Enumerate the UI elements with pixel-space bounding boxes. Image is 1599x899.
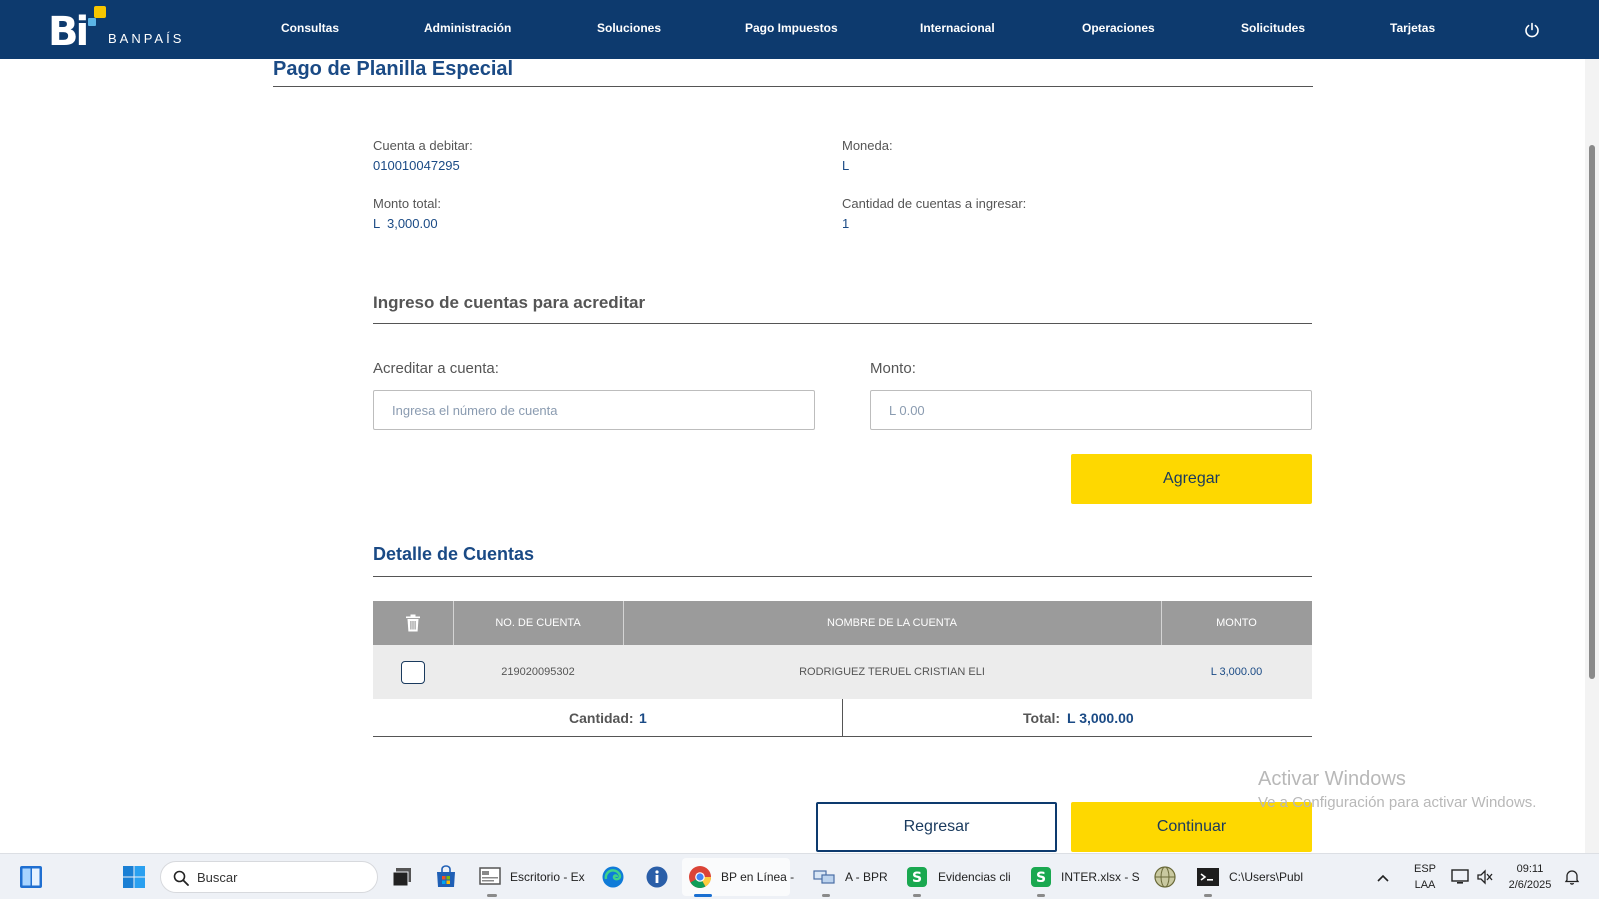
taskbar-app-a-bpr[interactable]: A - BPR [845,870,888,884]
nav-internacional[interactable]: Internacional [920,21,995,35]
logo-name: BANPAÍS [108,31,185,46]
edge-browser-icon[interactable] [601,865,625,889]
running-indicator [822,894,830,897]
debit-account-value: 010010047295 [373,158,460,173]
network-app-icon[interactable] [812,865,836,889]
nav-consultas[interactable]: Consultas [281,21,339,35]
svg-text:S: S [1036,870,1046,886]
table-header: NO. DE CUENTA NOMBRE DE LA CUENTA MONTO [373,601,1312,645]
debit-account-label: Cuenta a debitar: [373,138,473,153]
clock-time[interactable]: 09:11 [1503,863,1557,875]
nav-solicitudes[interactable]: Solicitudes [1241,21,1305,35]
volume-muted-icon[interactable] [1476,869,1494,885]
nav-operaciones[interactable]: Operaciones [1082,21,1155,35]
running-indicator [913,894,921,897]
row-account-number: 219020095302 [501,666,575,678]
footer-total-value: L 3,000.00 [1067,710,1134,726]
globe-app-icon[interactable] [1153,865,1177,889]
scrollbar-thumb[interactable] [1589,145,1595,679]
nav-tarjetas[interactable]: Tarjetas [1390,21,1435,35]
accounts-count-label: Cantidad de cuentas a ingresar: [842,196,1027,211]
taskbar-app-bp-en-linea[interactable]: BP en Línea - [721,870,794,884]
search-placeholder: Buscar [197,870,238,885]
details-divider [373,576,1312,577]
nav-soluciones[interactable]: Soluciones [597,21,661,35]
trash-icon[interactable] [405,614,421,632]
power-icon[interactable] [1524,22,1540,38]
column-header-amount: MONTO [1216,617,1257,629]
credit-account-label: Acreditar a cuenta: [373,360,499,377]
amount-label: Monto: [870,360,916,377]
nav-administracion[interactable]: Administración [424,21,511,35]
chevron-up-icon[interactable] [1376,873,1390,883]
footer-count-value: 1 [639,710,647,726]
terminal-icon[interactable] [1196,865,1220,889]
top-navbar: Bi BANPAÍS Consultas Administración Solu… [0,0,1599,59]
input-language-bottom[interactable]: LAA [1410,879,1440,891]
table-footer: Cantidad: 1 Total: L 3,000.00 [373,699,1312,737]
spreadsheet-icon[interactable]: S [1029,865,1053,889]
total-amount-value: L 3,000.00 [373,216,438,231]
logo-yellow-square [94,6,106,18]
accounts-count-value: 1 [842,216,850,231]
search-icon [173,870,189,886]
credit-accounts-section-title: Ingreso de cuentas para acreditar [373,293,646,312]
credit-account-input[interactable] [373,390,815,430]
title-divider [273,86,1313,87]
logo-mark: Bi [48,9,89,55]
windows-start-icon[interactable] [122,865,146,889]
banpais-logo[interactable]: Bi BANPAÍS [48,6,198,56]
logo-blue-square [88,18,96,26]
running-indicator [1204,894,1212,897]
account-details-title: Detalle de Cuentas [373,544,535,564]
currency-label: Moneda: [842,138,893,153]
section-divider [373,323,1312,324]
input-language-top[interactable]: ESP [1410,863,1440,875]
running-indicator [487,894,497,897]
taskbar-app-inter-xlsx[interactable]: INTER.xlsx - S [1061,870,1140,884]
taskbar-app-evidencias[interactable]: Evidencias cli [938,870,1011,884]
chrome-icon[interactable] [688,865,712,889]
total-amount-label: Monto total: [373,196,441,211]
nav-pago-impuestos[interactable]: Pago Impuestos [745,21,838,35]
activation-watermark-title: Activar Windows [1258,768,1406,790]
add-button[interactable]: Agregar [1071,454,1312,504]
taskbar-app-cmd[interactable]: C:\Users\Publ [1229,870,1303,884]
row-select-checkbox[interactable] [401,661,425,684]
info-app-icon[interactable] [645,865,669,889]
currency-value: L [842,158,850,173]
clock-date[interactable]: 2/6/2025 [1503,879,1557,891]
amount-input[interactable] [870,390,1312,430]
task-view-icon[interactable] [390,865,414,889]
column-header-account-number: NO. DE CUENTA [495,617,581,629]
svg-text:S: S [912,870,922,886]
network-icon[interactable] [1451,869,1469,885]
footer-total-label: Total: [1023,710,1061,726]
taskbar-app-escritorio[interactable]: Escritorio - Ex [510,870,585,884]
running-indicator [1037,894,1045,897]
widgets-icon[interactable] [19,865,43,889]
table-row: 219020095302 RODRIGUEZ TERUEL CRISTIAN E… [373,645,1312,699]
row-amount: L 3,000.00 [1210,666,1263,678]
page-scrollbar[interactable] [1585,59,1599,853]
notifications-icon[interactable] [1564,869,1580,885]
spreadsheet-icon[interactable]: S [905,865,929,889]
activation-watermark-text: Ve a Configuración para activar Windows. [1258,794,1537,811]
footer-count-label: Cantidad: [569,710,634,726]
taskbar-search-box[interactable]: Buscar [160,861,378,893]
column-header-account-name: NOMBRE DE LA CUENTA [827,617,957,629]
remote-desktop-icon[interactable] [478,865,502,889]
page-title: Pago de Planilla Especial [273,58,514,80]
row-account-name: RODRIGUEZ TERUEL CRISTIAN ELI [799,666,985,678]
microsoft-store-icon[interactable] [434,865,458,889]
windows-taskbar: Buscar Escritorio - Ex BP en Línea - A -… [0,853,1599,899]
footer-separator [842,699,843,737]
back-button[interactable]: Regresar [816,802,1057,852]
active-indicator [694,894,712,897]
